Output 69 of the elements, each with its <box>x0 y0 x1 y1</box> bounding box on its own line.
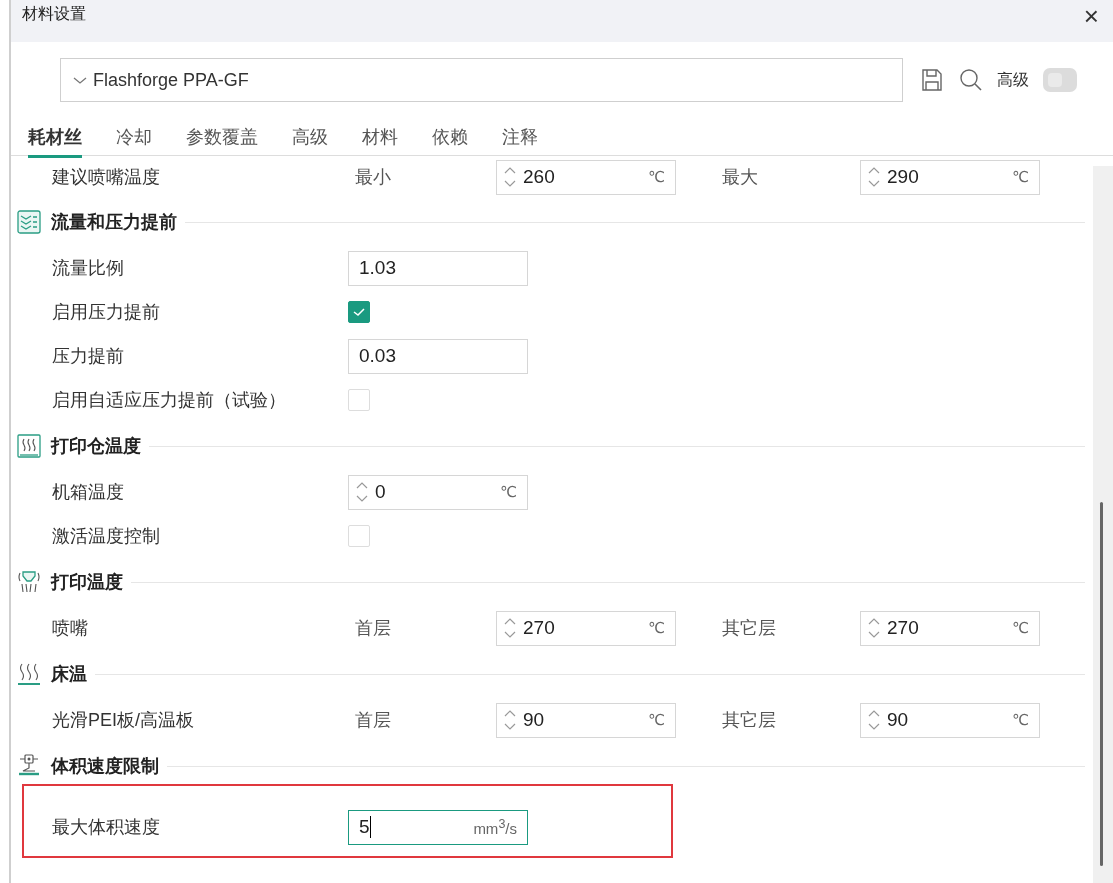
extruder-icon <box>17 754 41 778</box>
input-field[interactable]: 1.03 <box>348 250 528 286</box>
setting-label: 首层 <box>354 617 392 640</box>
layers-icon <box>17 210 41 234</box>
heat-waves-icon <box>17 434 41 458</box>
spin-field[interactable]: 260 ℃ <box>496 159 676 195</box>
unit-label: mm$^{3}$/s <box>473 817 517 837</box>
setting-label: 最大体积速度 <box>52 816 161 839</box>
unit-label: ℃ <box>648 168 665 186</box>
setting-label: 其它层 <box>721 617 777 640</box>
preset-dropdown[interactable]: Flashforge PPA-GF <box>60 58 903 102</box>
spinner-icon <box>503 165 517 189</box>
section-title: 打印温度 <box>51 571 123 594</box>
close-button[interactable]: × <box>1083 3 1099 29</box>
input-field[interactable]: 0.03 <box>348 338 528 374</box>
nozzle-heat-icon <box>17 570 41 594</box>
setting-label: 其它层 <box>721 709 777 732</box>
spin-field[interactable]: 290 ℃ <box>860 159 1040 195</box>
window-title: 材料设置 <box>22 3 86 24</box>
setting-label: 光滑PEI板/高温板 <box>52 709 195 732</box>
unit-label: ℃ <box>1012 619 1029 637</box>
setting-label: 最大 <box>721 166 759 189</box>
spin-field[interactable]: 270 ℃ <box>860 610 1040 646</box>
setting-label: 启用自适应压力提前（试验） <box>52 389 287 412</box>
setting-label: 压力提前 <box>52 345 125 368</box>
scrollbar[interactable] <box>1093 166 1113 883</box>
heat-waves-icon <box>17 662 41 686</box>
tab[interactable]: 高级 <box>292 120 328 158</box>
setting-label: 启用压力提前 <box>52 301 161 324</box>
tab[interactable]: 耗材丝 <box>28 120 82 158</box>
section-title: 流量和压力提前 <box>51 211 177 234</box>
spinner-icon <box>867 708 881 732</box>
spin-field[interactable]: 270 ℃ <box>496 610 676 646</box>
input-field[interactable]: 5 mm$^{3}$/s <box>348 809 528 845</box>
unit-label: ℃ <box>648 619 665 637</box>
search-button[interactable] <box>959 68 983 92</box>
tab[interactable]: 冷却 <box>116 120 152 158</box>
spin-field[interactable]: 90 ℃ <box>860 702 1040 738</box>
unit-label: ℃ <box>1012 168 1029 186</box>
section-title: 体积速度限制 <box>51 755 159 778</box>
setting-label: 机箱温度 <box>52 481 125 504</box>
save-button[interactable] <box>921 68 943 92</box>
spinner-icon <box>867 616 881 640</box>
section-title: 打印仓温度 <box>51 435 141 458</box>
section-title: 床温 <box>51 663 87 686</box>
spin-field[interactable]: 0 ℃ <box>348 474 528 510</box>
tab[interactable]: 参数覆盖 <box>186 120 258 158</box>
spinner-icon <box>867 165 881 189</box>
tab[interactable]: 注释 <box>502 120 538 158</box>
unit-label: ℃ <box>1012 711 1029 729</box>
setting-label: 建议喷嘴温度 <box>52 166 161 189</box>
setting-label: 喷嘴 <box>52 617 89 640</box>
setting-label: 激活温度控制 <box>52 525 161 548</box>
unit-label: ℃ <box>500 483 517 501</box>
spinner-icon <box>503 616 517 640</box>
unit-label: ℃ <box>648 711 665 729</box>
spin-field[interactable]: 90 ℃ <box>496 702 676 738</box>
checkbox[interactable] <box>348 301 370 323</box>
spinner-icon <box>355 480 369 504</box>
tab[interactable]: 材料 <box>362 120 398 158</box>
caret-icon <box>73 77 87 85</box>
tab[interactable]: 依赖 <box>432 120 468 158</box>
spinner-icon <box>503 708 517 732</box>
advanced-toggle[interactable] <box>1043 68 1077 92</box>
setting-label: 流量比例 <box>52 257 125 280</box>
advanced-label: 高级 <box>997 69 1029 90</box>
setting-label: 最小 <box>354 166 392 189</box>
setting-label: 首层 <box>354 709 392 732</box>
scroll-thumb[interactable] <box>1100 502 1103 866</box>
